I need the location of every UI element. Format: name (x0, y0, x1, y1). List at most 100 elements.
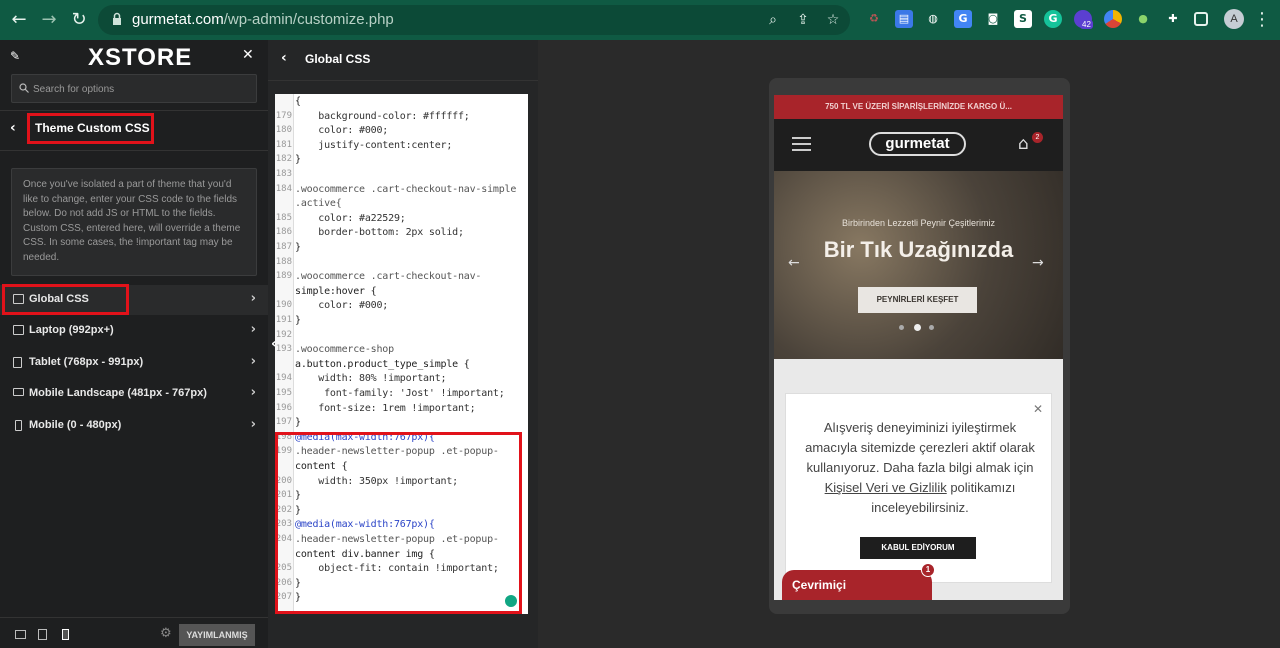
hero-banner: Birbirinden Lezzetli Peynir Çeşitlerimiz… (774, 171, 1063, 359)
promo-bar: 750 TL VE ÜZERİ SİPARİŞLERİNİZDE KARGO Ü… (774, 95, 1063, 119)
extension-badge-count: 42 (1080, 20, 1093, 29)
extension-recycle-icon[interactable]: ♻ (865, 10, 883, 28)
site-logo[interactable]: gurmetat (869, 132, 966, 156)
code-line: } (295, 417, 301, 429)
code-line: a.button.product_type_simple { (295, 358, 470, 370)
desktop-preview-icon[interactable] (15, 630, 26, 639)
reload-icon[interactable]: ↻ (67, 8, 91, 32)
forward-arrow-icon[interactable]: → (37, 8, 61, 32)
gear-icon[interactable]: ⚙ (160, 626, 172, 641)
slider-dots[interactable] (899, 324, 939, 332)
chat-label: Çevrimiçi (792, 578, 847, 592)
line-number: 182 (275, 154, 292, 165)
section-title: Theme Custom CSS (35, 121, 150, 135)
code-line: background-color: #ffffff; (295, 110, 470, 122)
publish-button[interactable]: YAYIMLANMIŞ (179, 624, 255, 646)
back-chevron-icon[interactable]: ‹ (10, 120, 16, 136)
close-icon[interactable]: ✕ (1033, 402, 1043, 416)
line-number: 185 (275, 212, 292, 223)
xstore-logo: XSTORE (88, 44, 193, 71)
code-line: simple:hover { (295, 285, 377, 297)
code-line: { (295, 96, 301, 107)
extension-s-icon[interactable]: S (1014, 10, 1032, 28)
code-line: .woocommerce .cart-checkout-nav- (295, 271, 482, 283)
code-line: .woocommerce .cart-checkout-nav-simple (295, 183, 517, 195)
line-number: 186 (275, 227, 292, 238)
chevron-right-icon: › (250, 354, 256, 369)
back-chevron-icon[interactable]: ‹ (281, 50, 287, 66)
chevron-right-icon: › (250, 291, 256, 306)
sidebar-item-label: Mobile (0 - 480px) (29, 419, 122, 431)
chat-badge: 1 (921, 563, 935, 577)
hero-title: Bir Tık Uzağınızda (823, 237, 1014, 262)
extension-camera-icon[interactable]: ◙ (984, 10, 1002, 28)
panel-title: Global CSS (305, 52, 371, 66)
close-icon[interactable]: ✕ (242, 47, 254, 63)
section-description: Once you've isolated a part of theme tha… (11, 168, 257, 276)
cookie-text-part: Alışveriş deneyiminizi iyileştirmek amac… (805, 420, 1035, 475)
line-number: 181 (275, 139, 292, 150)
line-number: 184 (275, 183, 292, 194)
slider-prev-arrow-icon[interactable]: ← (788, 255, 800, 271)
search-icon (19, 83, 29, 93)
back-arrow-icon[interactable]: ← (7, 8, 31, 32)
cart-icon[interactable]: ⌂ (1018, 134, 1029, 154)
line-number: 183 (275, 169, 292, 179)
extension-globe-icon[interactable]: ◍ (924, 10, 942, 28)
url-path: /wp-admin/customize.php (223, 11, 394, 28)
slider-next-arrow-icon[interactable]: → (1032, 255, 1044, 271)
sidebar-item-mobile-landscape[interactable]: Mobile Landscape (481px - 767px) › (0, 379, 268, 409)
customizer-sidebar: ✎ XSTORE ✕ ‹ Theme Custom CSS Once you'v… (0, 40, 268, 648)
sidebar-item-mobile[interactable]: Mobile (0 - 480px) › (0, 411, 268, 441)
chat-widget[interactable]: Çevrimiçi 1 (782, 563, 935, 600)
code-line: color: #a22529; (295, 212, 406, 224)
line-number: 196 (275, 402, 292, 413)
sidebar-item-tablet[interactable]: Tablet (768px - 991px) › (0, 348, 268, 378)
menu-kebab-icon[interactable]: ⋮ (1250, 8, 1274, 32)
lock-icon (113, 12, 121, 25)
cookie-consent-popup: ✕ Alışveriş deneyiminizi iyileştirmek am… (785, 393, 1052, 583)
pin-icon[interactable]: ✎ (10, 49, 20, 63)
extension-earth-icon[interactable]: ● (1134, 10, 1152, 28)
hamburger-menu-icon[interactable] (792, 137, 811, 151)
zoom-icon[interactable]: ⌕ (762, 9, 784, 31)
sidebar-item-laptop[interactable]: Laptop (992px+) › (0, 316, 268, 346)
cookie-text: Alışveriş deneyiminizi iyileştirmek amac… (804, 418, 1036, 518)
code-line: border-bottom: 2px solid; (295, 227, 464, 239)
line-number: 188 (275, 256, 292, 267)
extensions-puzzle-icon[interactable]: ✚ (1164, 10, 1182, 28)
bookmark-star-icon[interactable]: ☆ (822, 9, 844, 31)
options-search (11, 74, 257, 103)
address-bar[interactable]: gurmetat.com/wp-admin/customize.php ⌕ ⇪ … (98, 5, 850, 35)
line-number: 187 (275, 242, 292, 252)
extension-colorwheel-icon[interactable] (1104, 10, 1122, 28)
extension-docs-icon[interactable]: ▤ (895, 10, 913, 28)
privacy-policy-link[interactable]: Kişisel Veri ve Gizlilik (825, 480, 947, 495)
customizer-footer: ⚙ YAYIMLANMIŞ (0, 617, 268, 648)
divider (0, 150, 268, 151)
chevron-right-icon: › (250, 417, 256, 432)
site-header: gurmetat ⌂ 2 (774, 119, 1063, 171)
mobile-preview-icon[interactable] (62, 629, 69, 640)
divider (0, 110, 268, 111)
mobile-icon (15, 420, 22, 431)
line-number: 195 (275, 388, 292, 398)
sidebar-item-label: Mobile Landscape (481px - 767px) (29, 387, 207, 399)
line-number: 179 (275, 110, 292, 121)
code-line: color: #000; (295, 125, 389, 137)
highlight-box (275, 432, 522, 614)
hero-cta-button[interactable]: PEYNİRLERİ KEŞFET (858, 287, 977, 313)
search-input[interactable] (33, 81, 243, 97)
profile-avatar[interactable]: A (1224, 9, 1244, 29)
tablet-preview-icon[interactable] (38, 629, 47, 640)
line-number: 194 (275, 373, 292, 384)
share-icon[interactable]: ⇪ (792, 9, 814, 31)
extension-translate-icon[interactable]: G (954, 10, 972, 28)
code-line: .woocommerce-shop (295, 344, 394, 356)
code-line: width: 80% !important; (295, 373, 447, 385)
sidebar-item-label: Tablet (768px - 991px) (29, 356, 144, 368)
side-panel-icon[interactable] (1194, 12, 1208, 26)
extension-grammarly-icon[interactable]: G (1044, 10, 1062, 28)
line-number: 191 (275, 315, 292, 325)
accept-cookies-button[interactable]: KABUL EDİYORUM (860, 537, 976, 559)
